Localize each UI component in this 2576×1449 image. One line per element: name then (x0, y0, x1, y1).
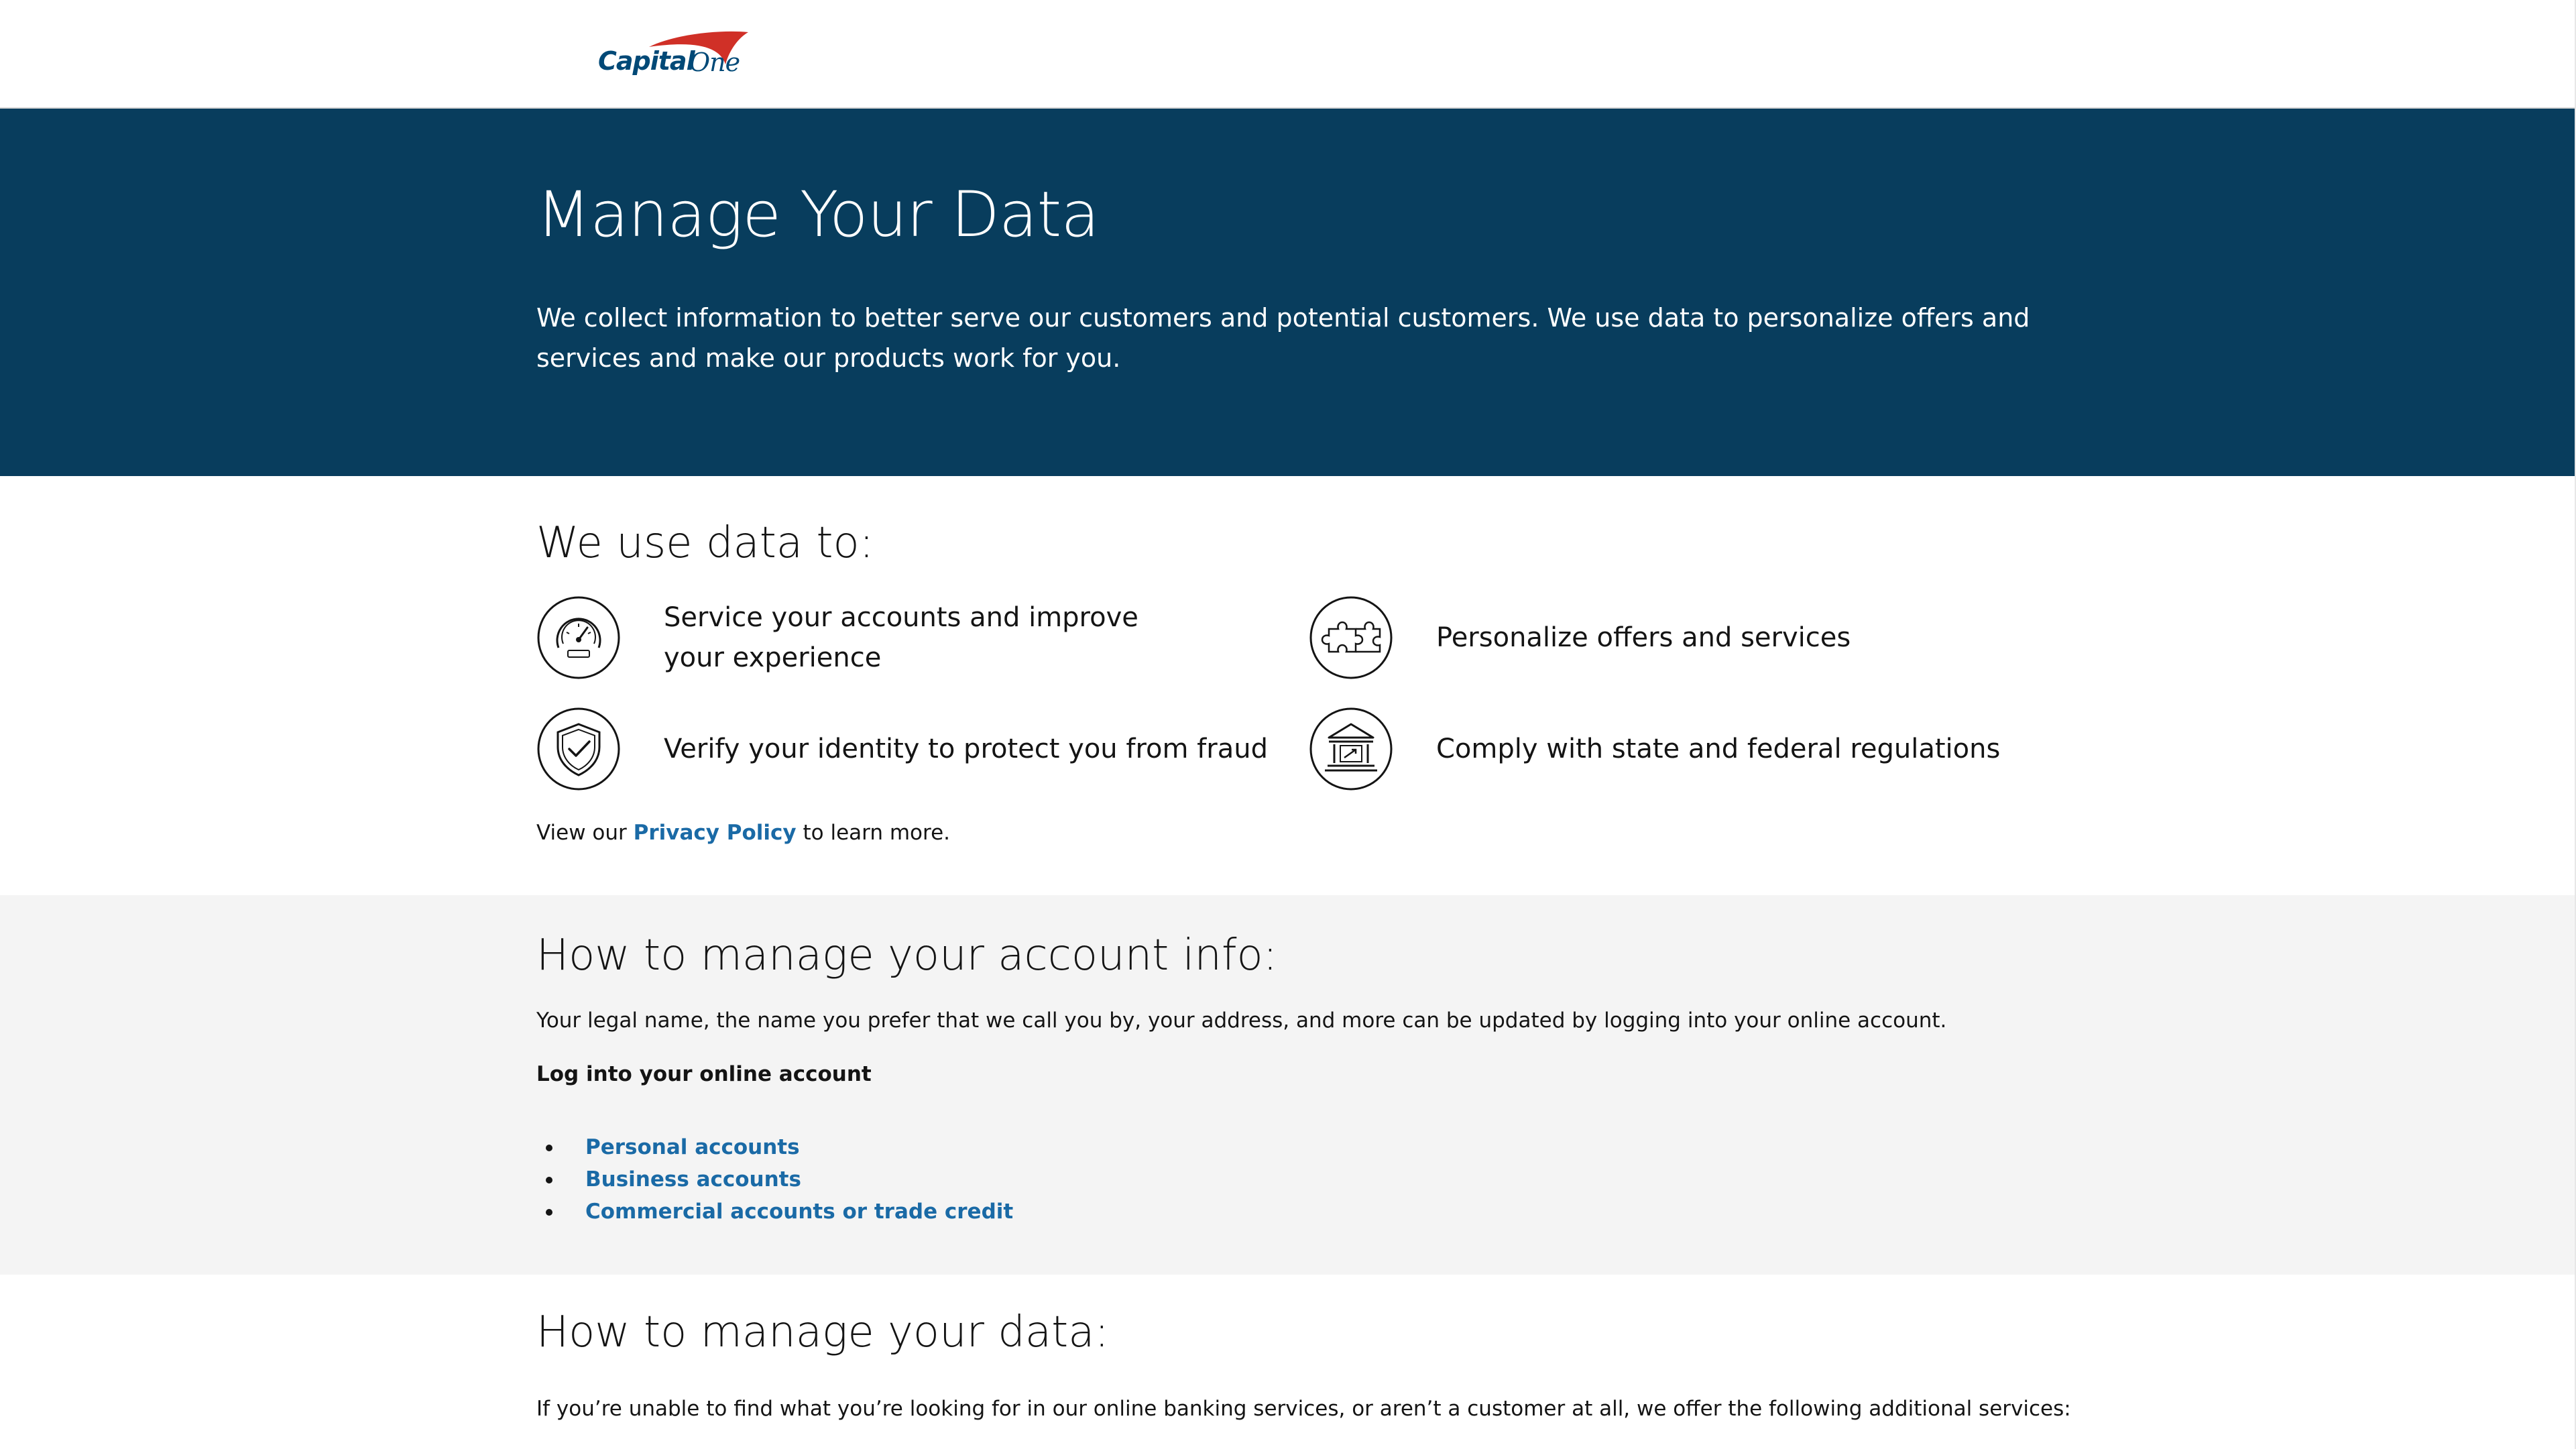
manage-data-section: How to manage your data: If you’re unabl… (0, 1275, 2576, 1449)
manage-data-description: If you’re unable to find what you’re loo… (536, 1397, 2071, 1421)
bullet-icon (546, 1145, 552, 1151)
privacy-policy-link[interactable]: Privacy Policy (634, 821, 797, 845)
account-info-description: Your legal name, the name you prefer tha… (536, 1008, 1947, 1033)
use-item-label: Comply with state and federal regulation… (1436, 734, 2001, 764)
svg-text:Capital: Capital (598, 46, 696, 76)
personal-accounts-link[interactable]: Personal accounts (585, 1135, 800, 1159)
use-item-label: Service your accounts and improve your e… (664, 602, 1138, 673)
data-uses-title: We use data to: (536, 518, 874, 568)
speedometer-icon (536, 595, 621, 680)
business-accounts-link[interactable]: Business accounts (585, 1167, 801, 1192)
list-item: Business accounts (536, 1163, 1013, 1196)
capital-one-logo[interactable]: Capital One (595, 27, 756, 84)
hero-description: We collect information to better serve o… (536, 303, 2030, 373)
privacy-prefix: View our (536, 821, 634, 845)
hero-banner: Manage Your Data We collect information … (0, 109, 2576, 476)
use-item-service-accounts: Service your accounts and improve your e… (536, 595, 1140, 683)
privacy-policy-line: View our Privacy Policy to learn more. (536, 818, 950, 848)
account-info-title: How to manage your account info: (536, 931, 1278, 980)
use-item-verify-identity: Verify your identity to protect you from… (536, 707, 1268, 794)
puzzle-piece-icon (1309, 595, 1393, 680)
list-item: Commercial accounts or trade credit (536, 1196, 1013, 1228)
list-item: Personal accounts (536, 1131, 1013, 1163)
login-label: Log into your online account (536, 1062, 872, 1086)
use-item-personalize: Personalize offers and services (1309, 595, 1912, 683)
commercial-accounts-link[interactable]: Commercial accounts or trade credit (585, 1200, 1013, 1224)
page-title: Manage Your Data (536, 178, 1100, 251)
site-header: Capital One (0, 0, 2576, 109)
data-uses-section: We use data to: Service your accounts an… (0, 476, 2576, 895)
bullet-icon (546, 1177, 552, 1183)
bullet-icon (546, 1209, 552, 1216)
shield-check-icon (536, 707, 621, 791)
manage-data-title: How to manage your data: (536, 1308, 1109, 1357)
privacy-suffix: to learn more. (796, 821, 951, 845)
capital-one-logo-icon: Capital One (598, 31, 748, 77)
account-links-list: Personal accounts Business accounts Comm… (536, 1131, 1013, 1228)
use-item-label: Verify your identity to protect you from… (664, 734, 1268, 764)
bank-building-icon (1309, 707, 1393, 791)
use-item-comply-regulations: Comply with state and federal regulation… (1309, 707, 2000, 794)
svg-text:One: One (689, 48, 740, 77)
use-item-label: Personalize offers and services (1436, 622, 1851, 653)
account-info-section: How to manage your account info: Your le… (0, 895, 2576, 1275)
